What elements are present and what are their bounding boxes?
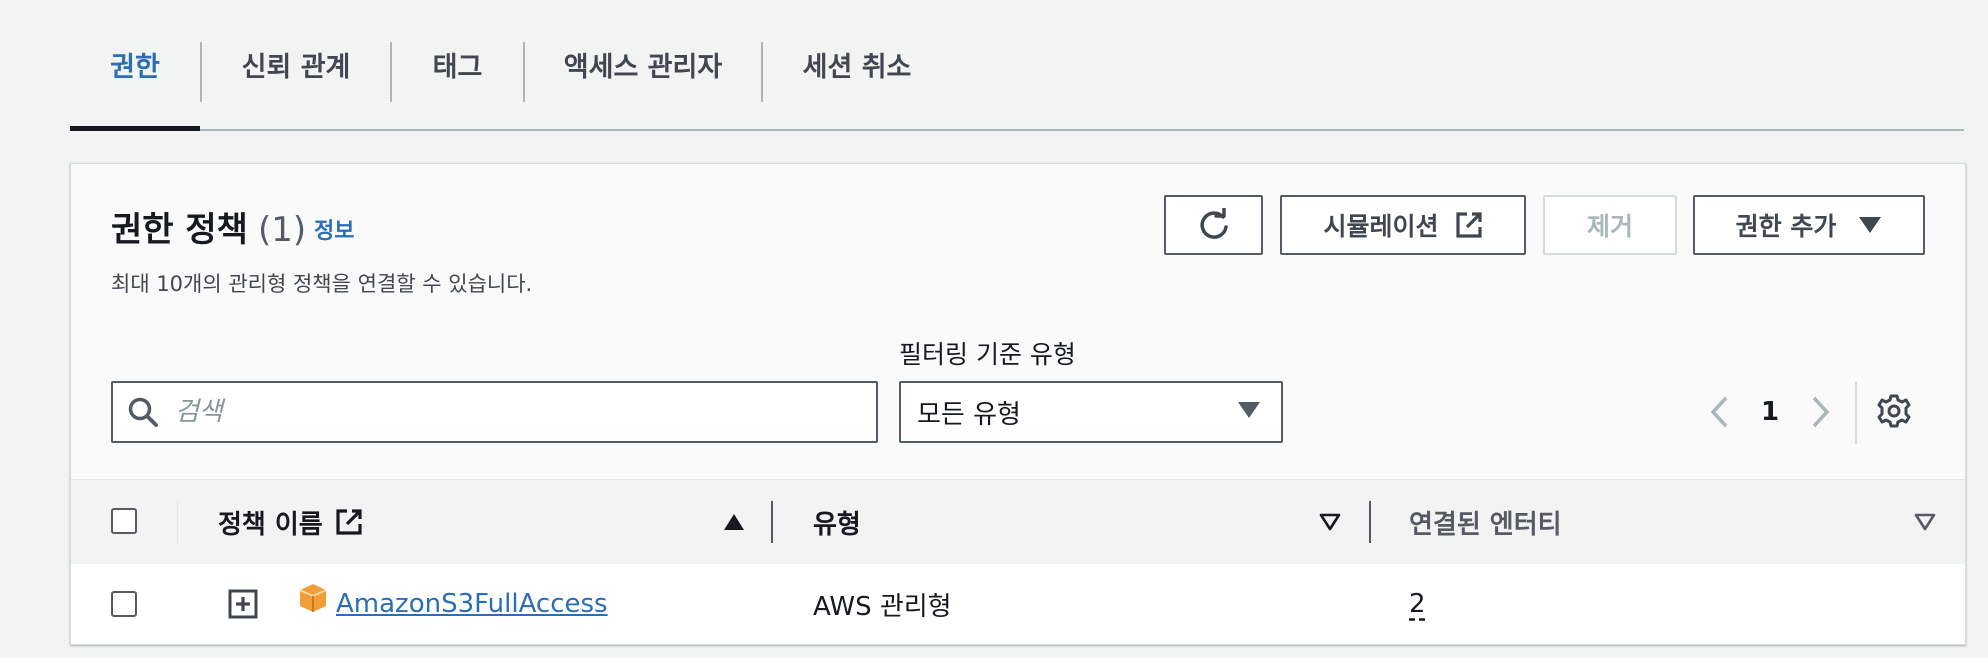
- table-row: AmazonS3FullAccess AWS 관리형 2: [71, 564, 1965, 644]
- gear-icon: [1876, 393, 1912, 433]
- previous-page-button[interactable]: [1691, 384, 1747, 440]
- column-divider[interactable]: [771, 501, 773, 543]
- tab-trust-relationships[interactable]: 신뢰 관계: [202, 0, 390, 129]
- external-link-icon: [1455, 211, 1483, 239]
- aws-managed-policy-icon: [297, 582, 329, 614]
- sort-ascending-icon[interactable]: [720, 508, 748, 536]
- simulate-label: 시뮬레이션: [1323, 212, 1439, 241]
- add-permissions-label: 권한 추가: [1735, 212, 1837, 241]
- column-policy-name-label: 정책 이름: [218, 509, 323, 540]
- row-checkbox[interactable]: [111, 591, 137, 617]
- policy-name-link[interactable]: AmazonS3FullAccess: [336, 564, 608, 644]
- column-attached-entities-label: 연결된 엔터티: [1409, 509, 1562, 540]
- tab-revoke-sessions[interactable]: 세션 취소: [763, 0, 951, 129]
- attached-entities-count[interactable]: 2: [1409, 589, 1426, 619]
- panel-description: 최대 10개의 관리형 정책을 연결할 수 있습니다.: [111, 272, 533, 296]
- pagination-divider: [1855, 382, 1857, 444]
- refresh-button[interactable]: [1164, 195, 1263, 255]
- column-divider: [177, 501, 178, 543]
- column-header-type[interactable]: 유형: [813, 480, 861, 564]
- external-link-icon: [335, 508, 363, 536]
- panel-title-text: 권한 정책: [111, 210, 248, 250]
- policy-type-cell: AWS 관리형: [813, 564, 952, 644]
- column-type-label: 유형: [813, 509, 861, 540]
- tab-access-advisor[interactable]: 액세스 관리자: [525, 0, 761, 129]
- simulate-button[interactable]: 시뮬레이션: [1280, 195, 1526, 255]
- type-filter-select[interactable]: 모든 유형: [899, 381, 1283, 443]
- refresh-icon: [1197, 208, 1231, 242]
- current-page[interactable]: 1: [1747, 397, 1793, 427]
- chevron-right-icon: [1812, 396, 1830, 428]
- sort-icon[interactable]: [1911, 508, 1939, 536]
- add-permissions-button[interactable]: 권한 추가: [1693, 195, 1925, 255]
- chevron-left-icon: [1710, 396, 1728, 428]
- pagination: 1: [1691, 384, 1849, 440]
- remove-label: 제거: [1586, 212, 1633, 241]
- column-divider[interactable]: [1369, 501, 1371, 543]
- column-header-policy-name[interactable]: 정책 이름: [218, 480, 363, 564]
- next-page-button[interactable]: [1793, 384, 1849, 440]
- policy-name[interactable]: AmazonS3FullAccess: [336, 589, 608, 619]
- caret-down-icon: [1237, 397, 1261, 427]
- expand-icon[interactable]: [228, 589, 258, 619]
- policy-count: (1): [257, 210, 307, 250]
- search-input[interactable]: [173, 396, 857, 428]
- table-header: 정책 이름 유형 연결된 엔터티: [71, 479, 1965, 565]
- remove-button[interactable]: 제거: [1543, 195, 1677, 255]
- caret-down-icon: [1858, 215, 1882, 235]
- permissions-policies-panel: 권한 정책 (1) 정보 최대 10개의 관리형 정책을 연결할 수 있습니다. …: [70, 163, 1966, 645]
- search-icon: [127, 396, 159, 428]
- sort-icon[interactable]: [1316, 508, 1344, 536]
- info-link[interactable]: 정보: [314, 213, 354, 245]
- tab-tags[interactable]: 태그: [392, 0, 523, 129]
- column-header-attached-entities[interactable]: 연결된 엔터티: [1409, 480, 1562, 564]
- tab-permissions[interactable]: 권한: [70, 0, 200, 131]
- select-all-checkbox[interactable]: [111, 508, 137, 534]
- panel-title: 권한 정책 (1): [111, 202, 306, 251]
- attached-entities-cell: 2: [1409, 564, 1426, 644]
- tab-bar: 권한 신뢰 관계 태그 액세스 관리자 세션 취소: [70, 0, 1964, 131]
- settings-button[interactable]: [1871, 390, 1917, 436]
- filter-type-label: 필터링 기준 유형: [899, 340, 1076, 369]
- type-filter-value: 모든 유형: [917, 399, 1021, 430]
- search-field[interactable]: [111, 381, 878, 443]
- policy-type: AWS 관리형: [813, 591, 952, 622]
